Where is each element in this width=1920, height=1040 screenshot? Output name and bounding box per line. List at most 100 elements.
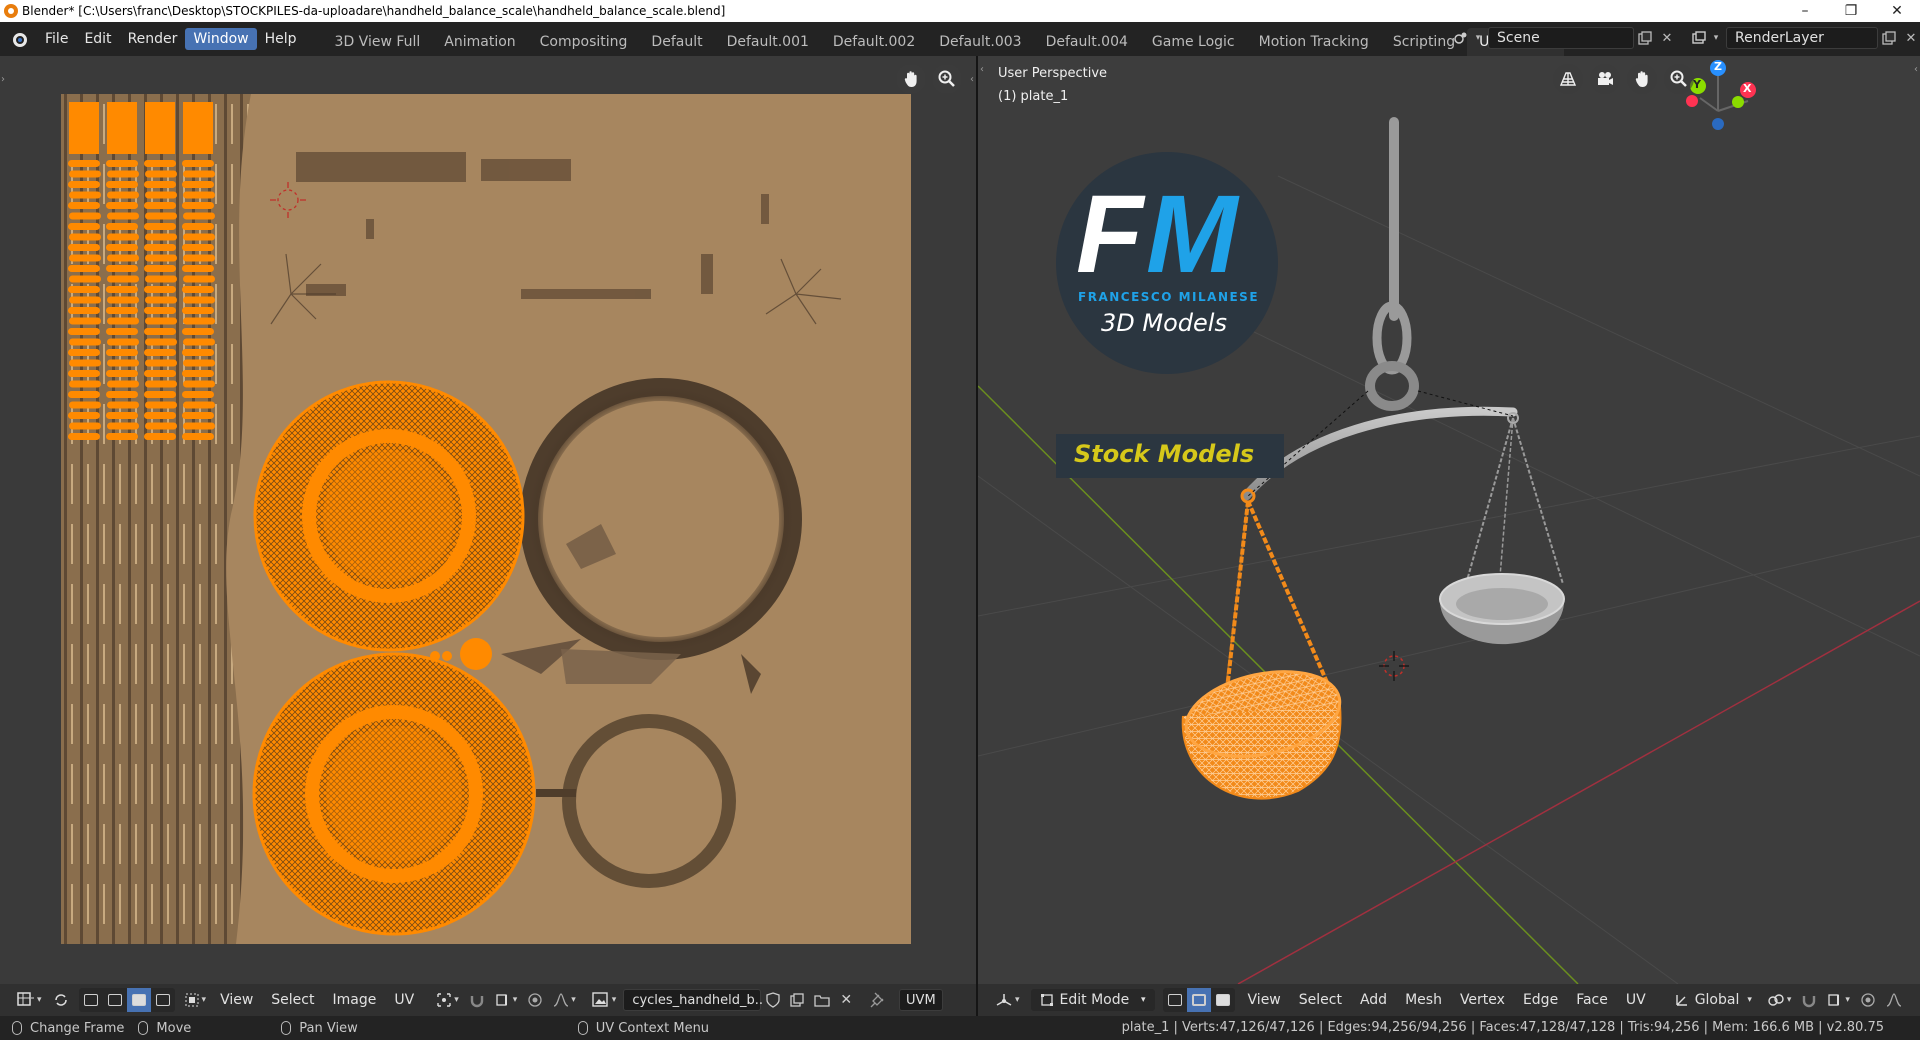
tab-compositing[interactable]: Compositing [528, 28, 640, 56]
menu-vertex[interactable]: Vertex [1451, 992, 1514, 1008]
snap-target-icon[interactable]: ▾ [1822, 988, 1855, 1012]
tab-default-004[interactable]: Default.004 [1034, 28, 1140, 56]
tab-default-003[interactable]: Default.003 [927, 28, 1033, 56]
gizmo-axis-x-label[interactable]: X [1743, 82, 1751, 95]
gizmo-axis-y-label[interactable]: Y [1693, 78, 1701, 91]
image-name: cycles_handheld_b.. [632, 992, 763, 1008]
close-button[interactable]: ✕ [1874, 0, 1920, 22]
vertex-select-icon[interactable] [1163, 988, 1187, 1012]
chevron-down-icon[interactable]: ▾ [1747, 995, 1752, 1005]
toolbar-expand-icon[interactable]: › [1, 74, 5, 85]
unlink-image-icon[interactable]: ✕ [835, 988, 857, 1012]
blender-logo-icon[interactable] [9, 28, 31, 50]
menu-mesh[interactable]: Mesh [1396, 992, 1451, 1008]
logo-tagline: 3D Models [1101, 309, 1227, 337]
uv-texture-image[interactable] [61, 94, 911, 944]
image-name-field[interactable]: cycles_handheld_b.. [623, 989, 763, 1011]
menu-edge[interactable]: Edge [1514, 992, 1567, 1008]
pivot-point-icon[interactable]: ▾ [1762, 988, 1797, 1012]
pan-hand-icon[interactable] [896, 64, 926, 94]
menu-select[interactable]: Select [1290, 992, 1351, 1008]
snap-target-icon[interactable]: ▾ [490, 988, 523, 1012]
pan-hand-icon[interactable] [1627, 64, 1657, 94]
menu-edit[interactable]: Edit [76, 28, 119, 50]
menu-file[interactable]: File [37, 28, 76, 50]
menu-face[interactable]: Face [1567, 992, 1617, 1008]
sticky-selection-icon[interactable]: ▾ [179, 988, 212, 1012]
sidebar-expand-icon[interactable]: ‹ [970, 74, 974, 85]
menu-view[interactable]: View [211, 992, 262, 1008]
minimize-button[interactable]: – [1782, 0, 1828, 22]
proportional-edit-icon[interactable] [1855, 988, 1881, 1012]
tab-default-001[interactable]: Default.001 [715, 28, 821, 56]
logo-letter-m: M [1146, 173, 1238, 296]
image-browse-icon[interactable]: ▾ [587, 988, 622, 1012]
menu-render[interactable]: Render [120, 28, 186, 50]
menu-help[interactable]: Help [257, 28, 305, 50]
tab-default[interactable]: Default [639, 28, 714, 56]
tab-motion-tracking[interactable]: Motion Tracking [1247, 28, 1381, 56]
fm-logo: F M FRANCESCO MILANESE 3D Models Stock M… [1048, 152, 1284, 478]
scene-icon[interactable] [1450, 27, 1472, 49]
sync-selection-icon[interactable] [47, 988, 75, 1012]
snap-icon[interactable] [1796, 988, 1822, 1012]
blender-app-icon [4, 4, 18, 18]
menu-window[interactable]: Window [185, 28, 257, 50]
duplicate-image-icon[interactable] [785, 988, 809, 1012]
mouse-middle-icon [138, 1021, 149, 1035]
copy-layer-icon[interactable] [1878, 27, 1900, 49]
zoom-icon[interactable] [1664, 64, 1694, 94]
menu-uv[interactable]: UV [385, 992, 423, 1008]
gizmo-axis-z-label[interactable]: Z [1714, 60, 1722, 73]
hint-pan-view: Pan View [281, 1021, 358, 1036]
falloff-icon[interactable]: ▾ [548, 988, 581, 1012]
render-layer-icon[interactable] [1688, 27, 1710, 49]
fake-user-shield-icon[interactable] [761, 988, 785, 1012]
proportional-edit-icon[interactable] [522, 988, 548, 1012]
remove-scene-icon[interactable]: ✕ [1656, 27, 1678, 49]
face-select-icon[interactable] [126, 988, 151, 1012]
transform-orientation-icon[interactable] [1669, 988, 1695, 1012]
scene-selector: ▾ Scene ✕ [1450, 26, 1678, 50]
status-bar: Change Frame Move Pan View UV Context Me… [0, 1016, 1920, 1040]
remove-layer-icon[interactable]: ✕ [1900, 27, 1920, 49]
viewport-editor-type-icon[interactable]: ▾ [990, 988, 1025, 1012]
menu-add[interactable]: Add [1351, 992, 1396, 1008]
pivot-point-icon[interactable]: ▾ [431, 988, 464, 1012]
zoom-icon[interactable] [932, 64, 962, 94]
menu-view[interactable]: View [1239, 992, 1290, 1008]
pin-icon[interactable] [865, 988, 889, 1012]
tab-animation[interactable]: Animation [432, 28, 527, 56]
3d-viewport-area[interactable]: ‹ ‹ User Perspective (1) plate_1 Z X Y F… [978, 56, 1920, 984]
editor-type-icon[interactable]: ▾ [12, 988, 47, 1012]
logo-banner: Stock Models [1056, 434, 1284, 478]
chevron-down-icon[interactable]: ▾ [1472, 27, 1484, 49]
menu-select[interactable]: Select [262, 992, 323, 1008]
snap-icon[interactable] [464, 988, 490, 1012]
face-select-icon[interactable] [1211, 988, 1235, 1012]
orientation-label[interactable]: Global [1695, 992, 1740, 1008]
copy-scene-icon[interactable] [1634, 27, 1656, 49]
menu-image[interactable]: Image [324, 992, 386, 1008]
uv-map-field[interactable]: UVM [899, 989, 943, 1011]
uv-editor-area[interactable]: › ‹ [0, 56, 976, 984]
tab-game-logic[interactable]: Game Logic [1140, 28, 1247, 56]
tab-3d-view-full[interactable]: 3D View Full [323, 28, 433, 56]
camera-icon[interactable] [1590, 64, 1620, 94]
toggle-camera-view-icon[interactable] [1553, 64, 1583, 94]
island-select-icon[interactable] [151, 988, 175, 1012]
edge-select-icon[interactable] [1186, 988, 1211, 1012]
mode-selector[interactable]: Edit Mode ▾ [1030, 989, 1155, 1011]
maximize-button[interactable]: ❐ [1828, 0, 1874, 22]
vertex-select-icon[interactable] [79, 988, 103, 1012]
menu-uv[interactable]: UV [1617, 992, 1655, 1008]
window-titlebar: Blender* [C:\Users\franc\Desktop\STOCKPI… [0, 0, 1920, 22]
render-layer-field[interactable]: RenderLayer [1726, 27, 1878, 49]
scene-name-field[interactable]: Scene [1488, 27, 1634, 49]
edge-select-icon[interactable] [103, 988, 127, 1012]
tab-default-002[interactable]: Default.002 [821, 28, 927, 56]
chevron-down-icon[interactable]: ▾ [1710, 27, 1722, 49]
falloff-icon[interactable] [1881, 988, 1907, 1012]
open-image-icon[interactable] [809, 988, 835, 1012]
mesh-select-mode-group [1162, 988, 1235, 1012]
